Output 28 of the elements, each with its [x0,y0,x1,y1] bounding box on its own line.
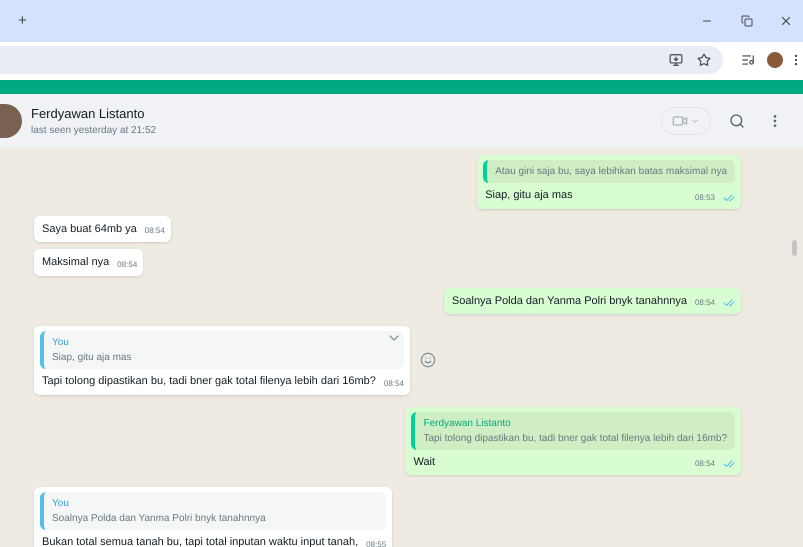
message-text: Saya buat 64mb ya [41,222,137,236]
message-time: 08:54 [117,258,138,270]
message-time: 08:53 [694,192,715,204]
message-time: 08:54 [694,458,715,470]
message-text: Tapi tolong dipastikan bu, tadi bner gak total filenya lebih dari 16mb? [41,374,376,389]
quoted-message[interactable]: Atau gini saja bu, saya lebihkan batas maksimal nya [483,160,735,183]
quote-text: Siap, gitu aja mas [52,351,132,365]
message-time: 08:54 [144,225,165,237]
message-time: 08:55 [366,538,386,547]
message-text: Maksimal nya [41,255,110,270]
quote-text: Tapi tolong dipastikan bu, tadi bner gak total filenya lebih dari 16mb? [423,432,727,446]
message-text: Bukan total semua tanah bu, tapi total inputan waktu input tanah, [41,535,358,547]
quote-sender: You [52,497,70,511]
quote-sender: Ferdyawan Listanto [423,416,512,430]
message-text: Wait [412,454,436,470]
quote-sender: You [52,336,70,350]
quoted-message[interactable]: You Soalnya Polda dan Yanma Polri bnyk tanahnnya [40,492,386,530]
message-time: 08:54 [694,297,715,309]
quote-text: Soalnya Polda dan Yanma Polri bnyk tanahnnya [52,512,267,526]
new-tab-button[interactable]: + [12,10,33,32]
message-text: Soalnya Polda dan Yanma Polri bnyk tanahnnya [450,294,687,308]
message-time: 08:54 [384,378,404,390]
last-seen-text: last seen yesterday at 21:52 [31,124,156,138]
quoted-message[interactable]: You Siap, gitu aja mas [40,331,404,369]
contact-name: Ferdyawan Listanto [31,104,146,123]
quoted-message[interactable]: Ferdyawan Listanto Tapi tolong dipastikan bu, tadi bner gak total filenya lebih dari 16mb? [411,412,735,450]
message-text: Siap, gitu aja mas [484,188,574,203]
quote-text: Atau gini saja bu, saya lebihkan batas maksimal nya [495,165,727,179]
